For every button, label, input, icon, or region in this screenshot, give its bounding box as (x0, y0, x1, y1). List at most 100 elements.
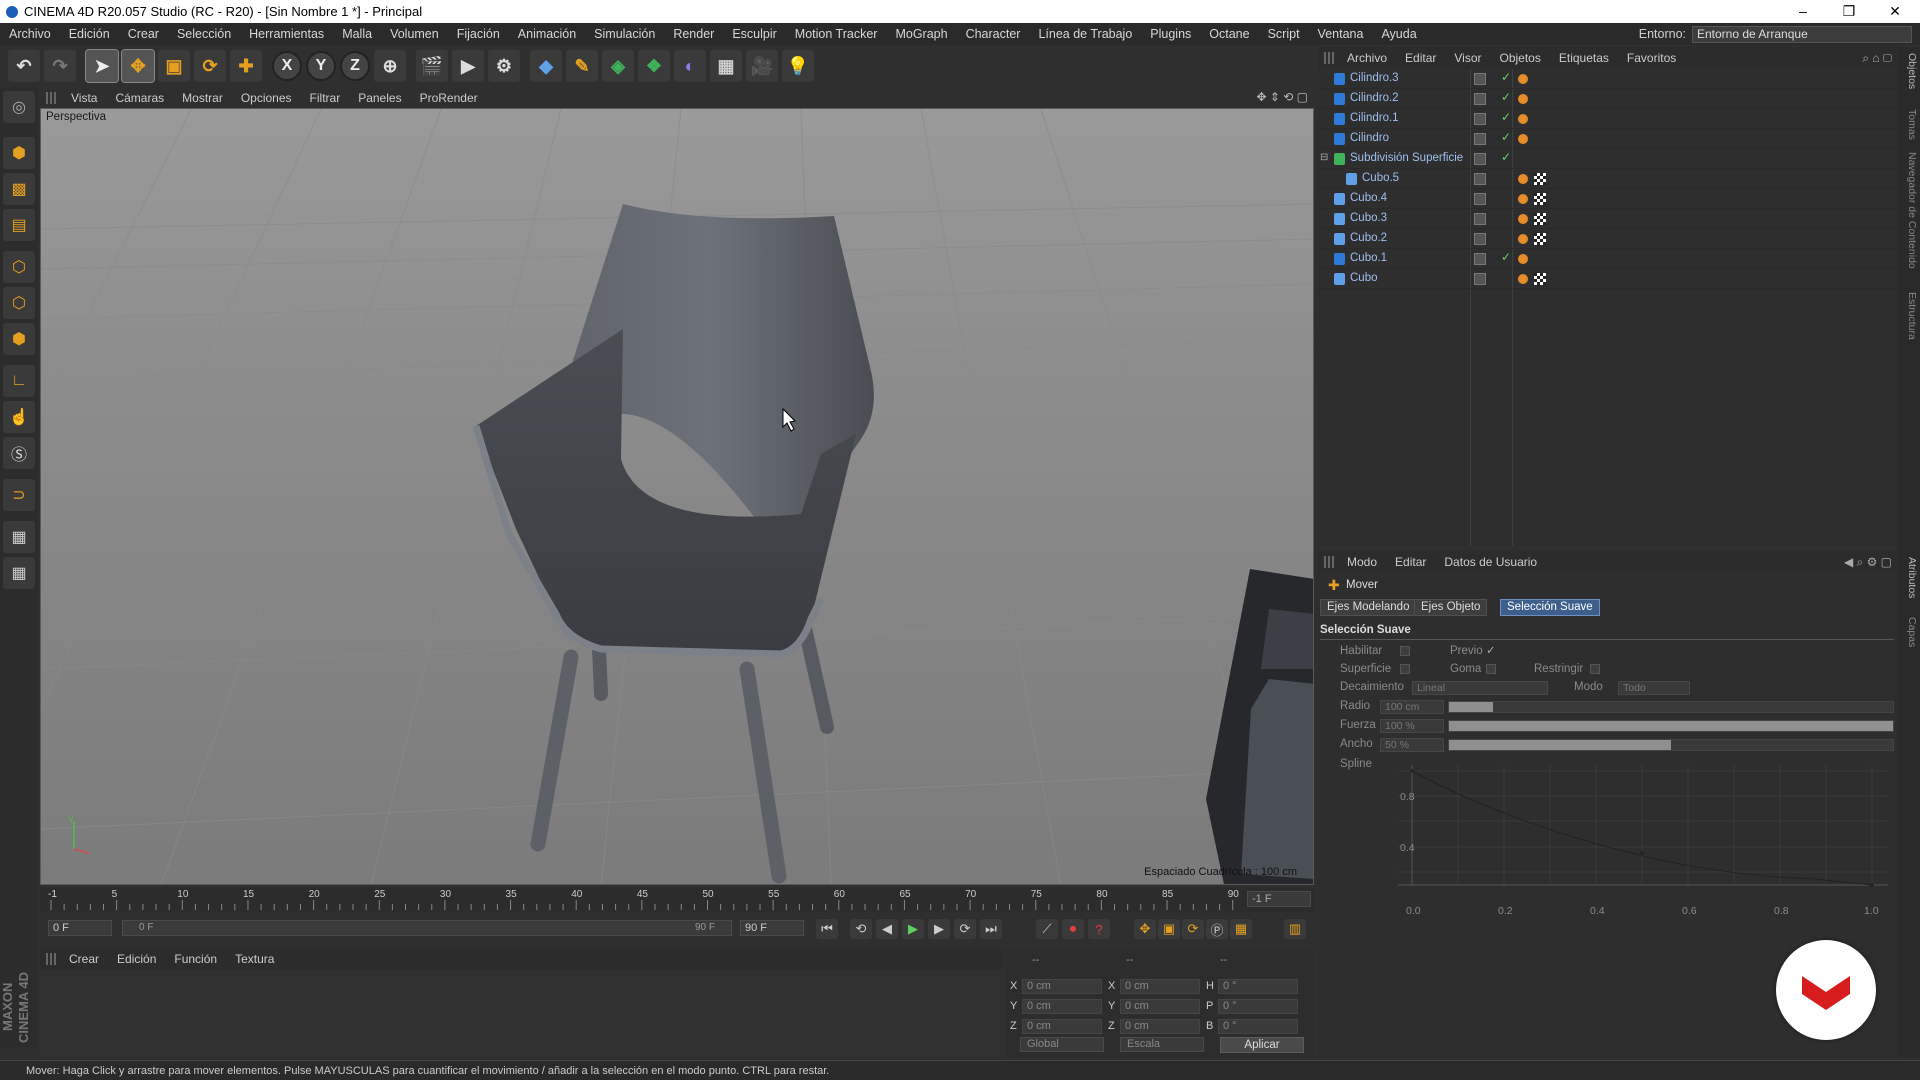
chair-leg[interactable] (739, 661, 787, 884)
viewport-menu-opciones[interactable]: Opciones (232, 91, 301, 105)
attribute-nav-icons[interactable]: ◀ ⌕ ⚙ ▢ (1844, 555, 1892, 570)
rotate-tool-icon[interactable]: ⟳ (194, 50, 226, 82)
visibility-toggle-icon[interactable] (1474, 193, 1486, 205)
material-tag-icon[interactable] (1534, 173, 1546, 185)
current-frame-field[interactable]: 0 F (48, 920, 112, 936)
coordinate-system-icon[interactable]: ⊕ (374, 50, 406, 82)
object-row[interactable]: Cilindro.2 ✓ (1318, 89, 1898, 109)
frame-range-slider[interactable]: 0 F 90 F (122, 920, 732, 936)
tweak-mode-icon[interactable]: ☝ (3, 401, 35, 433)
ancho-field[interactable]: 50 % (1380, 738, 1444, 752)
object-name[interactable]: Cilindro.3 (1350, 72, 1399, 84)
object-name[interactable]: Cilindro.2 (1350, 92, 1399, 104)
position-x-field[interactable]: 0 cm (1022, 978, 1102, 994)
viewport-nav-icons[interactable]: ✥ ⇕ ⟲ ▢ (1256, 90, 1308, 104)
record-active-icon[interactable]: ⏺ (1062, 919, 1084, 939)
environment-dropdown[interactable]: Entorno de Arranque (1692, 25, 1912, 43)
deformer-icon[interactable]: ◐ (674, 50, 706, 82)
minimize-icon[interactable]: – (1780, 0, 1826, 23)
goma-checkbox[interactable] (1486, 664, 1496, 674)
phong-tag-icon[interactable] (1518, 174, 1528, 184)
visibility-toggle-icon[interactable] (1474, 273, 1486, 285)
visibility-toggle-icon[interactable] (1474, 73, 1486, 85)
visibility-toggle-icon[interactable] (1474, 133, 1486, 145)
object-name[interactable]: Cubo.1 (1350, 252, 1387, 264)
viewport-menu-paneles[interactable]: Paneles (349, 91, 410, 105)
undo-icon[interactable]: ↶ (8, 50, 40, 82)
menu-octane[interactable]: Octane (1200, 27, 1258, 41)
apply-button[interactable]: Aplicar (1220, 1037, 1304, 1053)
enabled-check[interactable]: ✓ (1501, 130, 1511, 144)
menu-volumen[interactable]: Volumen (381, 27, 448, 41)
rotation-b-field[interactable]: 0 ° (1218, 1018, 1298, 1034)
radio-field[interactable]: 100 cm (1380, 700, 1444, 714)
spline-knot[interactable] (1870, 883, 1874, 887)
timeline-end-field[interactable]: -1 F (1247, 891, 1311, 907)
menu-animacion[interactable]: Animación (509, 27, 585, 41)
menu-plugins[interactable]: Plugins (1141, 27, 1200, 41)
play-forward-icon[interactable]: ▶ (902, 919, 924, 939)
object-name[interactable]: Cilindro (1350, 132, 1389, 144)
material-menu-edicion[interactable]: Edición (108, 952, 165, 966)
object-row[interactable]: Cubo.2 (1318, 229, 1898, 249)
tab-atributos[interactable]: Atributos (1900, 557, 1918, 598)
magnet-icon[interactable]: ⊃ (3, 479, 35, 511)
timeline-ruler[interactable]: -1 5 10 15 20 25 30 35 40 45 50 55 60 65… (40, 888, 1314, 912)
object-menu-etiquetas[interactable]: Etiquetas (1550, 51, 1618, 65)
axis-z-lock[interactable]: Z (340, 51, 370, 81)
menu-motion-tracker[interactable]: Motion Tracker (786, 27, 887, 41)
tab-navegador-de-contenido[interactable]: Navegador de Contenido (1900, 152, 1918, 269)
tab-objetos[interactable]: Objetos (1900, 53, 1918, 89)
size-z-field[interactable]: 0 cm (1120, 1018, 1200, 1034)
texture-mode-icon[interactable]: ▩ (3, 173, 35, 205)
visibility-toggle-icon[interactable] (1474, 253, 1486, 265)
panel-grip-icon[interactable] (1324, 556, 1334, 568)
subdivision-generator-icon[interactable]: ◈ (602, 50, 634, 82)
position-z-field[interactable]: 0 cm (1022, 1018, 1102, 1034)
size-x-field[interactable]: 0 cm (1120, 978, 1200, 994)
key-pla-icon[interactable]: ▦ (1230, 919, 1252, 939)
menu-simulacion[interactable]: Simulación (585, 27, 664, 41)
panel-grip-icon[interactable] (46, 91, 56, 104)
key-scale-icon[interactable]: ▣ (1158, 919, 1180, 939)
material-menu-textura[interactable]: Textura (226, 952, 283, 966)
keyframe-mode-icon[interactable]: ⟋ (1036, 919, 1058, 939)
coordinate-mode-dropdown[interactable]: Global (1020, 1037, 1104, 1052)
object-menu-favoritos[interactable]: Favoritos (1618, 51, 1685, 65)
object-name[interactable]: Subdivisión Superficie (1350, 152, 1463, 164)
object-name[interactable]: Cilindro.1 (1350, 112, 1399, 124)
array-icon[interactable]: ❖ (638, 50, 670, 82)
decaimiento-dropdown[interactable]: Lineal (1412, 681, 1548, 695)
menu-archivo[interactable]: Archivo (0, 27, 60, 41)
object-row[interactable]: Subdivisión Superficie ✓ (1318, 149, 1898, 169)
previous-key-icon[interactable]: ⟲ (850, 919, 872, 939)
panel-grip-icon[interactable] (46, 953, 56, 965)
phong-tag-icon[interactable] (1518, 194, 1528, 204)
object-list[interactable]: Cilindro.3 ✓ Cilindro.2 ✓ Cilindro.1 ✓ Cilindr… (1318, 69, 1898, 546)
timeline-window-icon[interactable]: ▥ (1284, 919, 1306, 939)
superficie-checkbox[interactable] (1400, 664, 1410, 674)
key-position-icon[interactable]: ✥ (1134, 919, 1156, 939)
workplane-mode-icon[interactable]: ▤ (3, 209, 35, 241)
previo-checkbox[interactable]: ✓ (1486, 643, 1496, 657)
make-editable-icon[interactable]: ◎ (3, 91, 35, 123)
attribute-menu-datos-de-usuario[interactable]: Datos de Usuario (1435, 555, 1546, 569)
size-y-field[interactable]: 0 cm (1120, 998, 1200, 1014)
modo-dropdown[interactable]: Todo (1618, 681, 1690, 695)
object-row[interactable]: Cilindro.3 ✓ (1318, 69, 1898, 89)
object-row[interactable]: Cilindro ✓ (1318, 129, 1898, 149)
enabled-check[interactable]: ✓ (1501, 90, 1511, 104)
object-row[interactable]: Cubo.5 (1318, 169, 1898, 189)
tab-tomas[interactable]: Tomas (1900, 109, 1918, 140)
material-manager-area[interactable] (40, 969, 1004, 1057)
menu-malla[interactable]: Malla (333, 27, 381, 41)
material-menu-crear[interactable]: Crear (60, 952, 108, 966)
menu-edicion[interactable]: Edición (60, 27, 119, 41)
object-name[interactable]: Cubo.2 (1350, 232, 1387, 244)
object-row[interactable]: Cubo.1 ✓ (1318, 249, 1898, 269)
material-tag-icon[interactable] (1534, 273, 1546, 285)
phong-tag-icon[interactable] (1518, 234, 1528, 244)
axis-y-lock[interactable]: Y (306, 51, 336, 81)
spline-knot[interactable] (1640, 851, 1644, 855)
render-view-icon[interactable]: 🎬 (416, 50, 448, 82)
